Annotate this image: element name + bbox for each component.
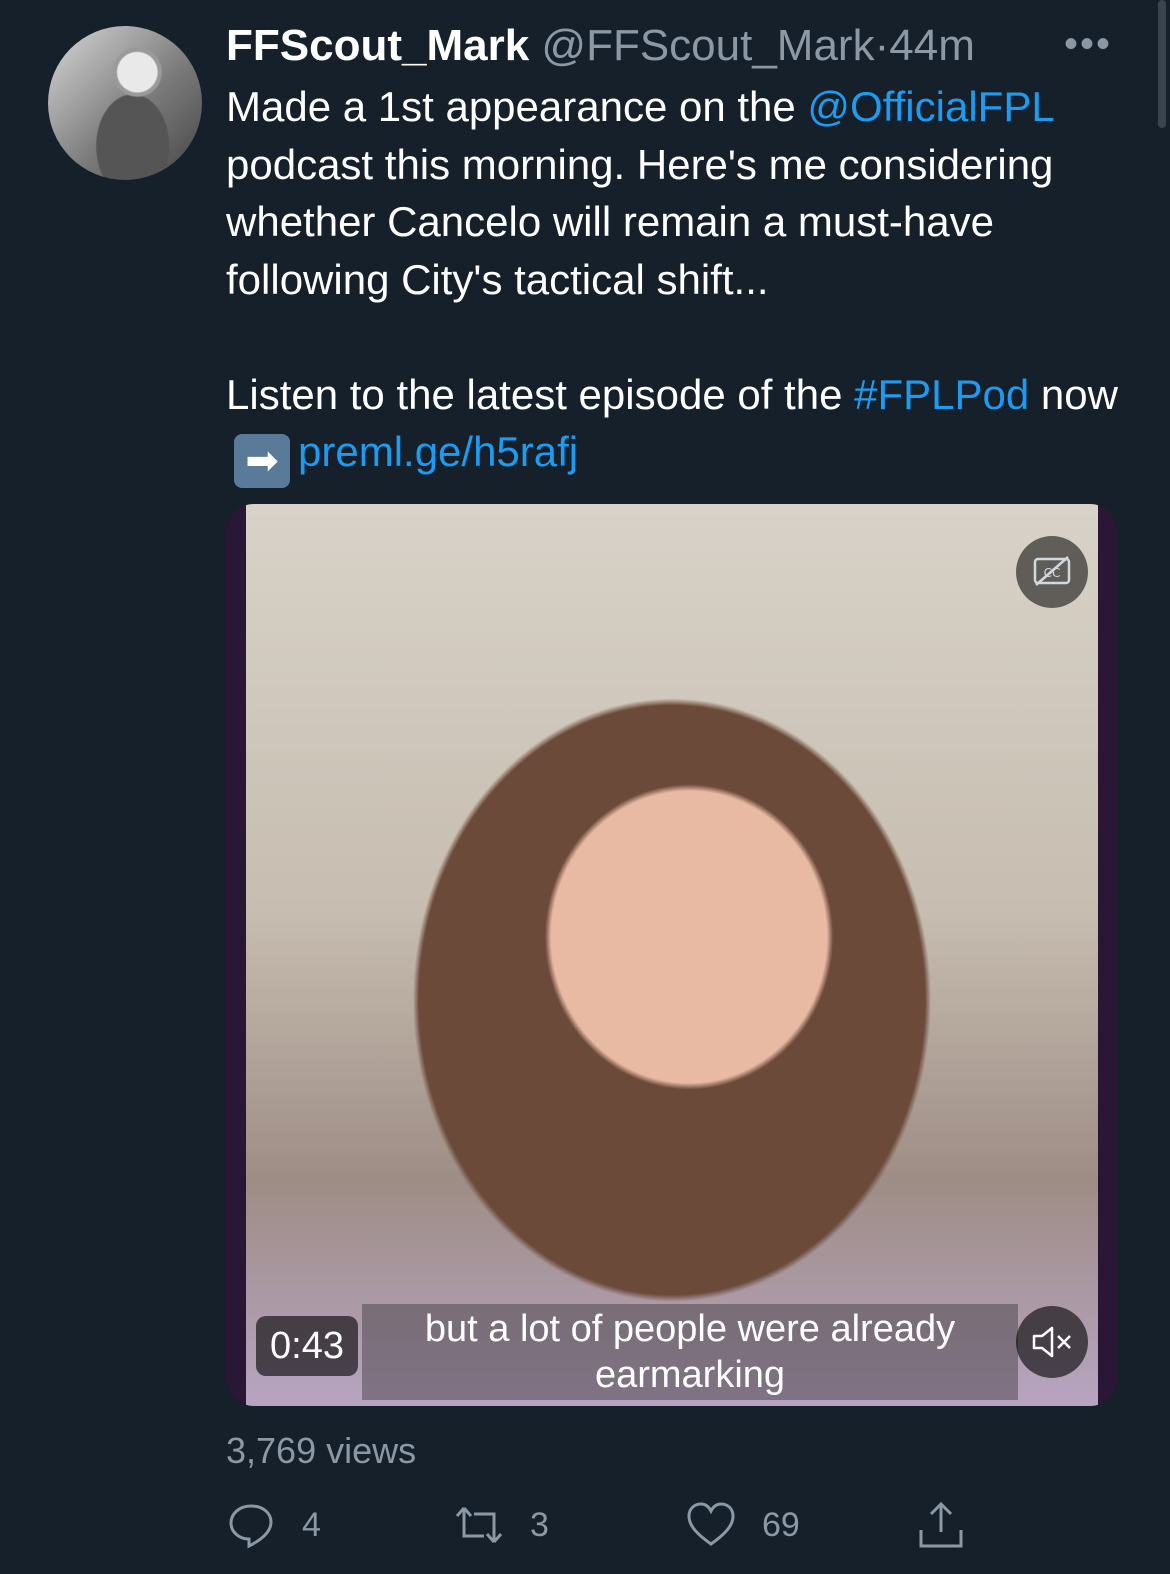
scrollbar[interactable] [1158, 0, 1166, 128]
reply-icon [229, 1504, 273, 1549]
share-button[interactable] [916, 1500, 992, 1550]
retweet-button[interactable]: 3 [454, 1500, 549, 1550]
share-icon [919, 1501, 963, 1548]
more-options-icon[interactable]: ••• [1064, 22, 1112, 67]
retweet-count: 3 [530, 1505, 549, 1544]
reply-count: 4 [302, 1505, 321, 1544]
tweet-time[interactable]: 44m [889, 21, 975, 70]
muted-speaker-icon[interactable] [1016, 1306, 1088, 1378]
tweet-text-part: now [1029, 370, 1118, 418]
video-caption: but a lot of people were already earmark… [362, 1304, 1018, 1400]
view-count: 3,769 views [226, 1430, 417, 1471]
retweet-icon [455, 1507, 503, 1543]
like-count: 69 [762, 1505, 800, 1544]
heart-icon [687, 1502, 735, 1546]
video-frame[interactable] [246, 504, 1098, 1406]
like-button[interactable]: 69 [686, 1500, 800, 1550]
cc-off-icon[interactable]: CC [1016, 536, 1088, 608]
video-timestamp: 0:43 [256, 1316, 358, 1376]
mention-link[interactable]: @OfficialFPL [807, 83, 1053, 130]
svg-text:CC: CC [1044, 566, 1061, 580]
action-bar: 4 3 69 [226, 1500, 986, 1560]
tweet-text: Made a 1st appearance on the @OfficialFP… [226, 78, 1146, 488]
separator-dot: · [874, 21, 890, 70]
tweet-text-part: podcast this morning. Here's me consider… [226, 140, 1054, 303]
tweet-header: FFScout_Mark @FFScout_Mark·44m [226, 20, 1110, 72]
video-player[interactable]: CC 0:43 but a lot of people were already… [226, 504, 1118, 1406]
tweet-text-part: Made a 1st appearance on the [226, 83, 808, 130]
author-avatar[interactable] [48, 26, 202, 180]
right-arrow-emoji-icon: ➡ [234, 434, 290, 488]
tweet-text-part: Listen to the latest episode of the [226, 370, 855, 418]
reply-button[interactable]: 4 [226, 1500, 321, 1550]
url-link[interactable]: preml.ge/h5rafj [298, 428, 578, 475]
author-name[interactable]: FFScout_Mark [226, 21, 529, 70]
author-handle[interactable]: @FFScout_Mark [541, 21, 874, 70]
hashtag-link[interactable]: #FPLPod [854, 371, 1029, 418]
